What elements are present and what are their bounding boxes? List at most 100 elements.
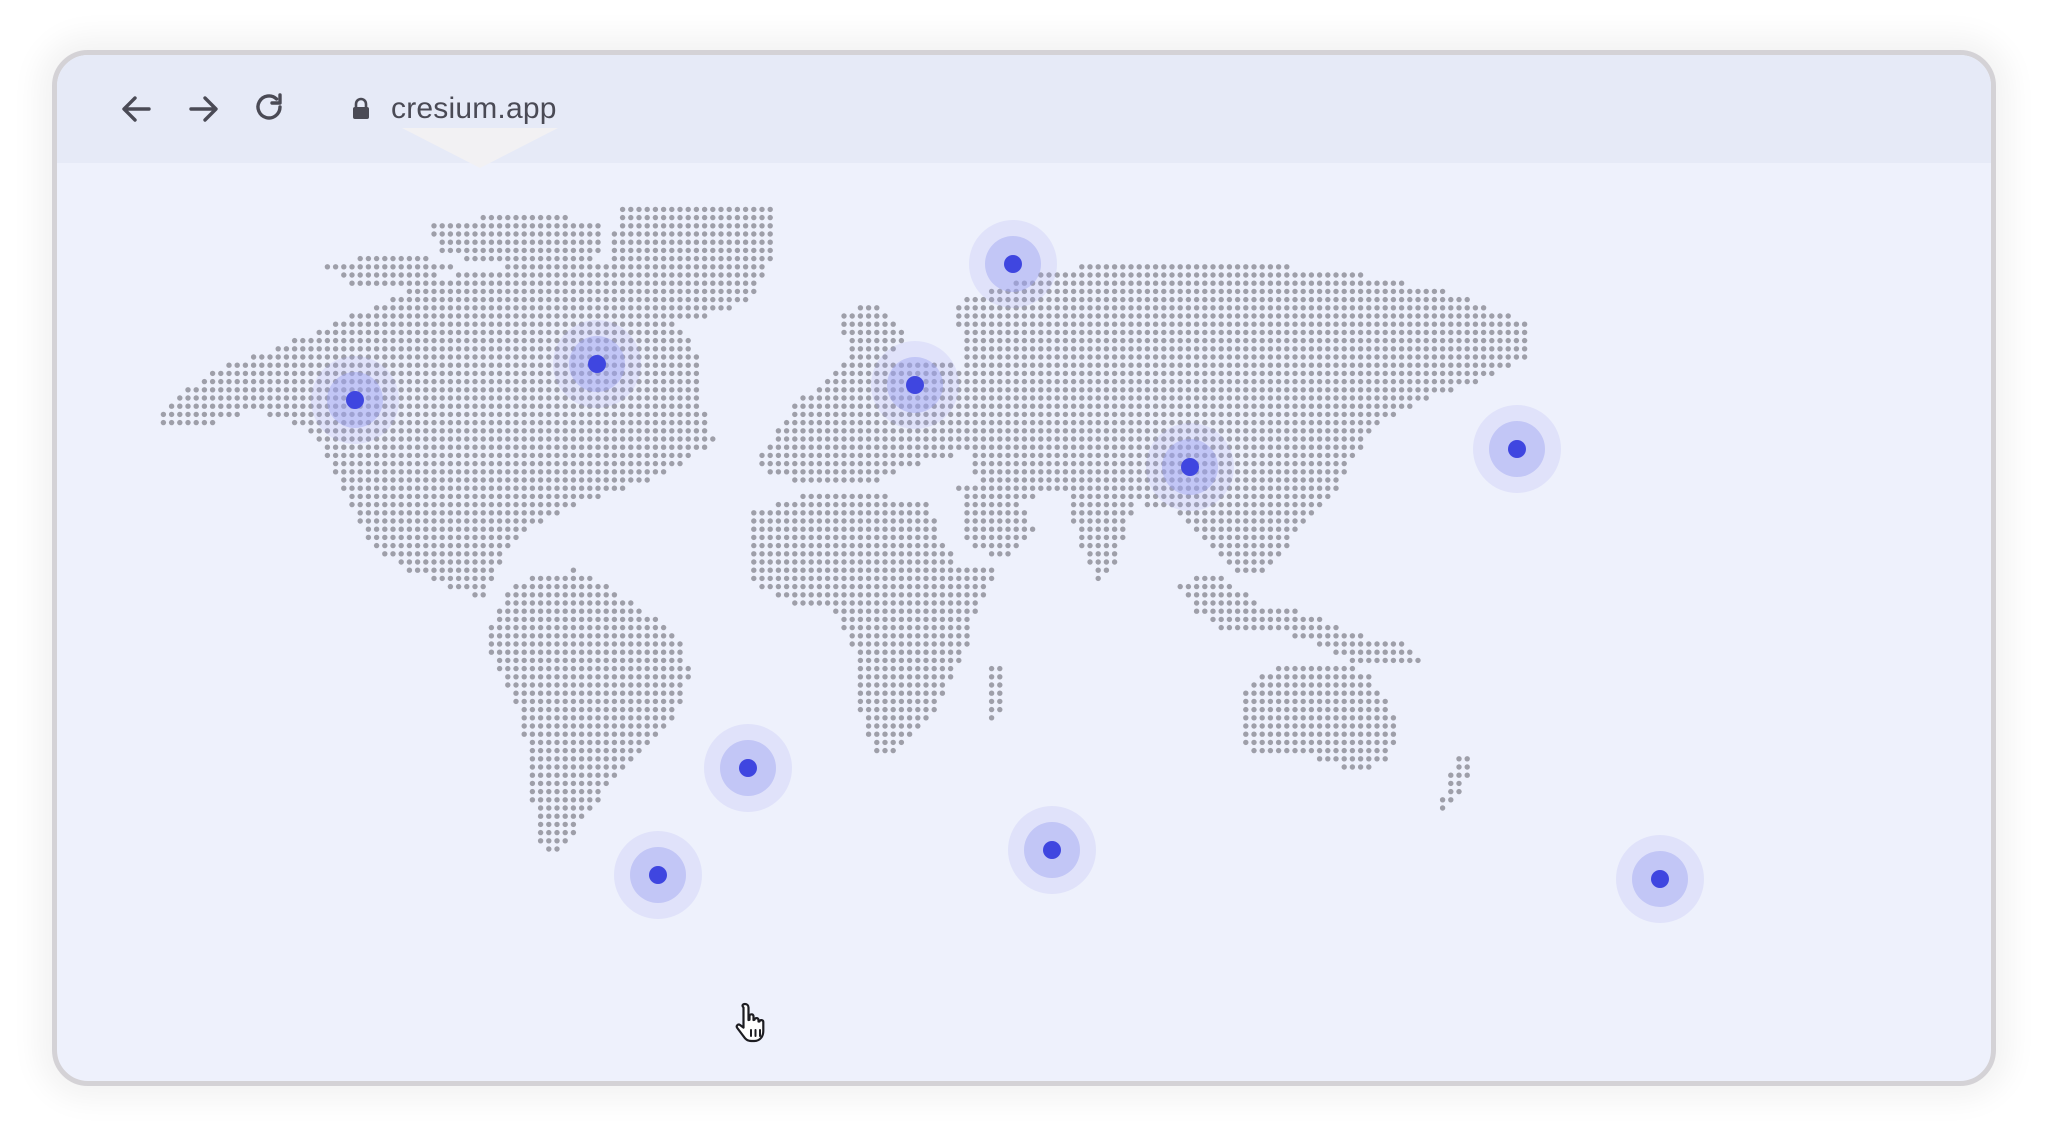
land-dot	[570, 264, 577, 270]
land-dot	[824, 583, 831, 590]
land-dot	[423, 272, 429, 278]
land-dot	[685, 395, 691, 401]
land-dot	[734, 231, 741, 237]
land-dot	[423, 551, 429, 557]
reload-button[interactable]	[247, 87, 291, 131]
land-dot	[1497, 313, 1503, 319]
land-dot	[1333, 428, 1339, 434]
land-dot	[816, 542, 823, 549]
land-dot	[660, 641, 667, 647]
land-dot	[1349, 419, 1356, 426]
land-dot	[767, 255, 773, 262]
back-button[interactable]	[115, 87, 159, 131]
land-dot	[562, 313, 568, 319]
land-dot	[1333, 305, 1339, 311]
land-dot	[1062, 354, 1069, 360]
land-dot	[628, 206, 634, 213]
land-dot	[1177, 272, 1183, 278]
land-dot	[464, 403, 470, 409]
land-dot	[1152, 272, 1159, 278]
land-dot	[513, 313, 519, 319]
land-dot	[423, 510, 429, 516]
land-dot	[808, 592, 814, 598]
land-dot	[587, 460, 593, 467]
land-dot	[1062, 403, 1069, 409]
land-dot	[1185, 296, 1192, 303]
land-dot	[1357, 419, 1364, 426]
land-dot	[669, 288, 675, 295]
forward-button[interactable]	[181, 87, 225, 131]
land-dot	[1095, 518, 1101, 524]
land-dot	[472, 436, 478, 442]
land-dot	[488, 395, 495, 401]
land-dot	[1464, 313, 1470, 319]
land-dot	[685, 387, 691, 393]
land-dot	[824, 518, 831, 524]
land-dot	[874, 452, 880, 459]
land-dot	[1275, 296, 1282, 303]
land-dot	[1193, 264, 1200, 270]
land-dot	[1243, 370, 1249, 377]
land-dot	[767, 452, 773, 459]
land-dot	[1087, 272, 1093, 278]
land-dot	[365, 321, 372, 327]
land-dot	[865, 337, 872, 344]
land-dot	[775, 469, 782, 475]
land-dot	[1325, 436, 1331, 442]
land-dot	[308, 378, 314, 385]
land-dot	[414, 567, 421, 573]
land-dot	[390, 264, 396, 270]
land-dot	[439, 534, 445, 541]
land-dot	[1292, 337, 1298, 344]
land-dot	[800, 534, 806, 541]
land-dot	[824, 567, 831, 573]
land-dot	[677, 682, 683, 688]
land-dot	[816, 419, 823, 426]
land-dot	[308, 346, 314, 352]
land-dot	[1111, 321, 1118, 327]
land-dot	[759, 526, 765, 532]
land-dot	[480, 403, 486, 409]
land-dot	[693, 288, 700, 295]
land-dot	[505, 665, 511, 672]
land-dot	[677, 419, 683, 426]
land-dot	[611, 288, 618, 295]
land-dot	[554, 501, 560, 508]
land-dot	[480, 436, 486, 442]
land-dot	[455, 223, 462, 229]
land-dot	[1292, 313, 1298, 319]
land-dot	[1152, 370, 1159, 377]
land-dot	[857, 419, 864, 426]
land-dot	[447, 428, 454, 434]
land-dot	[529, 387, 536, 393]
land-dot	[636, 214, 642, 221]
land-dot	[923, 501, 929, 508]
land-dot	[480, 419, 486, 426]
land-dot	[1275, 485, 1282, 491]
land-dot	[890, 321, 896, 327]
land-dot	[562, 583, 568, 590]
land-dot	[554, 624, 560, 631]
land-dot	[1390, 305, 1397, 311]
land-dot	[291, 354, 298, 360]
land-dot	[1111, 272, 1118, 278]
land-dot	[300, 346, 306, 352]
land-dot	[939, 428, 946, 434]
land-dot	[513, 337, 519, 344]
land-dot	[1062, 387, 1069, 393]
land-dot	[898, 460, 905, 467]
land-dot	[898, 583, 905, 590]
land-dot	[1284, 296, 1290, 303]
land-dot	[496, 559, 503, 565]
land-dot	[390, 510, 396, 516]
land-dot	[209, 395, 216, 401]
land-dot	[1046, 469, 1052, 475]
land-dot	[439, 452, 445, 459]
land-dot	[332, 354, 339, 360]
land-dot	[1382, 313, 1388, 319]
land-dot	[472, 370, 478, 377]
land-dot	[660, 436, 667, 442]
land-dot	[496, 501, 503, 508]
land-dot	[800, 444, 806, 450]
land-dot	[472, 485, 478, 491]
